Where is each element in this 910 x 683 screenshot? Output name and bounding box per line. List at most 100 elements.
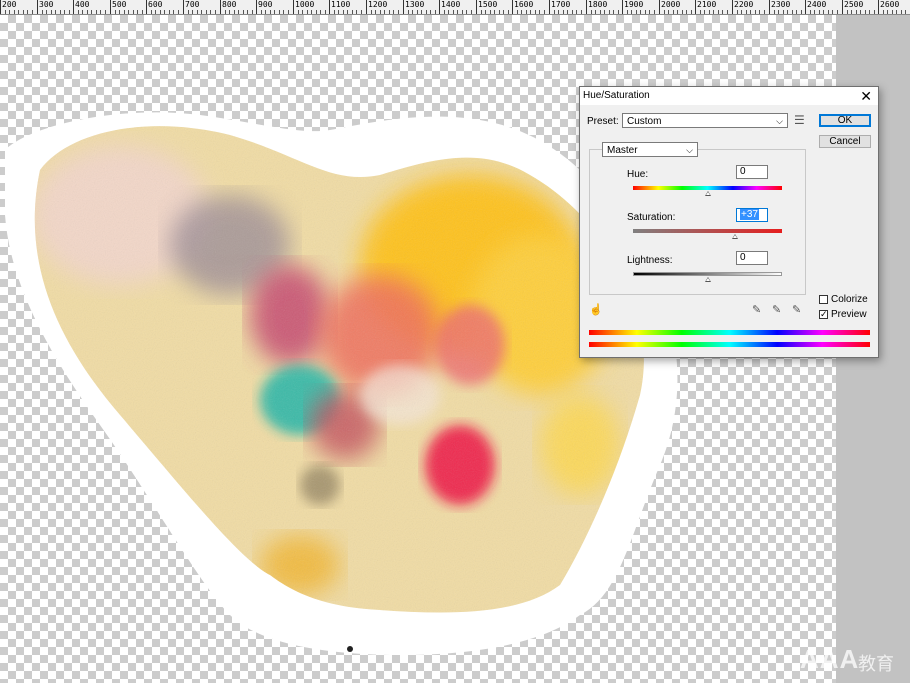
- watermark-text: AAA: [800, 644, 860, 674]
- preset-select[interactable]: Custom ⌵: [622, 113, 788, 128]
- ruler-minor-tick: [457, 10, 458, 14]
- ruler-major-tick: [37, 0, 38, 14]
- ruler-label: 1500: [478, 0, 498, 9]
- ruler-minor-tick: [883, 10, 884, 14]
- hue-value: 0: [740, 166, 746, 177]
- ruler-minor-tick: [119, 10, 120, 14]
- colorize-checkbox[interactable]: [819, 295, 828, 304]
- colorize-label: Colorize: [831, 294, 868, 305]
- ok-button[interactable]: OK: [819, 114, 871, 127]
- preview-checkbox[interactable]: ✓: [819, 310, 828, 319]
- saturation-input[interactable]: +37: [736, 208, 768, 222]
- saturation-slider[interactable]: [633, 229, 782, 233]
- ruler-label: 600: [148, 0, 163, 9]
- hue-slider[interactable]: [633, 186, 782, 190]
- ruler-label: 2100: [697, 0, 717, 9]
- ruler-minor-tick: [261, 10, 262, 14]
- ruler-minor-tick: [14, 10, 15, 14]
- ruler-minor-tick: [613, 10, 614, 14]
- hue-input[interactable]: 0: [736, 165, 768, 179]
- ruler-minor-tick: [444, 10, 445, 14]
- cancel-button[interactable]: Cancel: [819, 135, 871, 148]
- ruler-minor-tick: [563, 10, 564, 14]
- lightness-input[interactable]: 0: [736, 251, 768, 265]
- ruler-minor-tick: [828, 10, 829, 14]
- ruler-minor-tick: [151, 10, 152, 14]
- ruler-minor-tick: [814, 10, 815, 14]
- preset-options-icon[interactable]: ☰: [794, 113, 805, 127]
- ruler-minor-tick: [64, 10, 65, 14]
- ruler-minor-tick: [417, 10, 418, 14]
- ruler-minor-tick: [133, 10, 134, 14]
- saturation-slider-thumb[interactable]: [732, 234, 739, 239]
- ruler-minor-tick: [686, 10, 687, 14]
- ruler-label: 500: [112, 0, 127, 9]
- ruler-minor-tick: [892, 10, 893, 14]
- ruler-minor-tick: [581, 10, 582, 14]
- ruler-minor-tick: [283, 10, 284, 14]
- ruler-minor-tick: [682, 10, 683, 14]
- channel-value: Master: [607, 145, 638, 156]
- hue-slider-thumb[interactable]: [704, 191, 711, 196]
- lightness-slider-thumb[interactable]: [704, 277, 711, 282]
- ruler-minor-tick: [96, 10, 97, 14]
- ruler-minor-tick: [247, 10, 248, 14]
- ruler-major-tick: [293, 0, 294, 14]
- ruler-minor-tick: [741, 10, 742, 14]
- ruler-minor-tick: [778, 10, 779, 14]
- eyedropper-icon[interactable]: ✎: [752, 303, 761, 316]
- ruler-minor-tick: [783, 10, 784, 14]
- ruler-minor-tick: [787, 10, 788, 14]
- ruler-label: 800: [222, 0, 237, 9]
- ruler-minor-tick: [142, 10, 143, 14]
- watermark-cjk: 教育: [858, 654, 894, 675]
- ruler-minor-tick: [481, 10, 482, 14]
- ruler-minor-tick: [320, 10, 321, 14]
- ruler-minor-tick: [490, 10, 491, 14]
- ruler-minor-tick: [851, 10, 852, 14]
- ruler-minor-tick: [526, 10, 527, 14]
- ruler-label: 2000: [661, 0, 681, 9]
- ruler-major-tick: [878, 0, 879, 14]
- ruler-minor-tick: [700, 10, 701, 14]
- ruler-label: 400: [75, 0, 90, 9]
- hand-adjust-icon[interactable]: ☝: [589, 303, 603, 316]
- ruler-minor-tick: [169, 10, 170, 14]
- ruler-minor-tick: [691, 10, 692, 14]
- horizontal-ruler[interactable]: 200 300 400 500 600 700 800 900 1000 1100 1200 1300…: [0, 0, 910, 15]
- ruler-minor-tick: [361, 10, 362, 14]
- ruler-minor-tick: [759, 10, 760, 14]
- ruler-minor-tick: [393, 10, 394, 14]
- ruler-minor-tick: [649, 10, 650, 14]
- eyedropper-minus-icon[interactable]: ✎: [792, 303, 801, 316]
- eyedropper-plus-icon[interactable]: ✎: [772, 303, 781, 316]
- ruler-minor-tick: [618, 10, 619, 14]
- ruler-minor-tick: [654, 10, 655, 14]
- ruler-major-tick: [805, 0, 806, 14]
- ruler-minor-tick: [69, 10, 70, 14]
- ruler-minor-tick: [274, 10, 275, 14]
- output-color-bar: [589, 342, 870, 347]
- ruler-minor-tick: [887, 10, 888, 14]
- ruler-label: 2300: [771, 0, 791, 9]
- channel-select[interactable]: Master ⌵: [602, 142, 698, 157]
- ruler-minor-tick: [462, 10, 463, 14]
- lightness-slider[interactable]: [633, 272, 782, 276]
- ruler-minor-tick: [856, 10, 857, 14]
- ruler-label: 700: [185, 0, 200, 9]
- preview-label: Preview: [831, 309, 867, 320]
- ruler-label: 900: [258, 0, 273, 9]
- ruler-minor-tick: [243, 10, 244, 14]
- saturation-value: +37: [740, 209, 759, 220]
- ruler-major-tick: [586, 0, 587, 14]
- close-icon[interactable]: ✕: [860, 87, 872, 105]
- ruler-minor-tick: [252, 10, 253, 14]
- ruler-minor-tick: [722, 10, 723, 14]
- ruler-minor-tick: [279, 10, 280, 14]
- ruler-minor-tick: [869, 10, 870, 14]
- dialog-titlebar[interactable]: Hue/Saturation ✕: [580, 87, 878, 105]
- ruler-minor-tick: [311, 10, 312, 14]
- ruler-minor-tick: [494, 10, 495, 14]
- ruler-minor-tick: [558, 10, 559, 14]
- ruler-label: 1300: [405, 0, 425, 9]
